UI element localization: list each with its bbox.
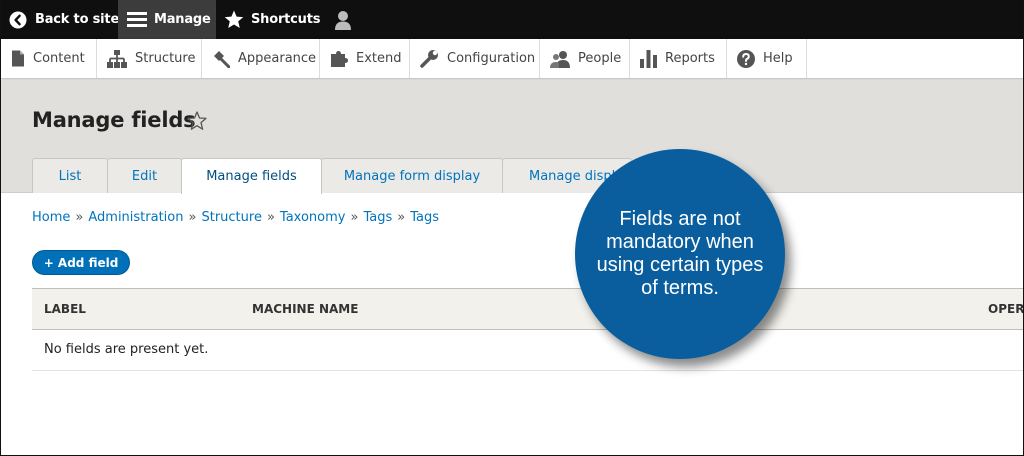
paintbrush-icon [214,50,230,68]
people-icon [550,50,570,68]
tab-manage-form-display[interactable]: Manage form display [321,158,503,193]
breadcrumb: Home » Administration » Structure » Taxonomy » T… [32,210,439,225]
table-row: No fields are present yet. [32,330,1023,371]
tray-item-structure[interactable]: Structure [97,39,202,78]
tray-item-label: Appearance [238,51,317,66]
tray-item-label: Content [33,51,85,66]
tab-list[interactable]: List [32,158,108,193]
star-icon [224,10,244,28]
breadcrumb-separator: » [266,210,275,225]
admin-toolbar: Back to site Manage Shortcuts [1,0,1023,39]
bar-chart-icon [640,49,657,68]
tray-item-help[interactable]: Help [727,39,807,78]
tray-item-label: Extend [356,51,402,66]
shortcut-star-icon[interactable] [187,111,207,131]
callout-bubble: Fields are not mandatory when using cert… [575,149,785,359]
wrench-icon [420,50,438,68]
table-header: LABEL MACHINE NAME OPER [32,288,1024,330]
breadcrumb-tags-current[interactable]: Tags [410,210,439,225]
user-menu[interactable] [334,0,352,39]
shortcuts-tab[interactable]: Shortcuts [224,0,320,39]
puzzle-icon [331,50,348,67]
tray-item-extend[interactable]: Extend [320,39,410,78]
admin-tray: Content Structure Appearance Extend Conf… [1,39,1023,79]
hamburger-icon [127,12,147,27]
breadcrumb-tags[interactable]: Tags [363,210,392,225]
tray-item-label: Reports [665,51,715,66]
column-header-label[interactable]: LABEL [44,289,86,329]
breadcrumb-administration[interactable]: Administration [88,210,183,225]
tray-item-reports[interactable]: Reports [630,39,727,78]
empty-message: No fields are present yet. [44,342,209,357]
tray-item-label: People [578,51,622,66]
tray-item-label: Configuration [447,51,536,66]
breadcrumb-taxonomy[interactable]: Taxonomy [280,210,346,225]
back-to-site-label: Back to site [35,12,120,27]
chevron-left-circle-icon [9,11,27,28]
tray-item-content[interactable]: Content [1,39,97,78]
user-icon [335,10,351,30]
manage-tab[interactable]: Manage [118,0,216,39]
help-icon [737,49,755,68]
column-header-operations: OPER [988,302,1024,316]
tray-item-label: Structure [135,51,196,66]
tray-item-label: Help [763,51,793,66]
back-to-site-link[interactable]: Back to site [9,0,119,39]
sitemap-icon [107,49,127,68]
breadcrumb-separator: » [350,210,359,225]
tray-item-configuration[interactable]: Configuration [410,39,540,78]
add-field-button[interactable]: + Add field [32,250,130,275]
breadcrumb-structure[interactable]: Structure [201,210,261,225]
breadcrumb-separator: » [75,210,84,225]
tray-item-appearance[interactable]: Appearance [202,39,320,78]
tray-item-people[interactable]: People [540,39,630,78]
manage-label: Manage [154,12,211,27]
admin-page: Back to site Manage Shortcuts Content St… [0,0,1024,456]
column-header-machine-name[interactable]: MACHINE NAME [252,289,358,329]
breadcrumb-separator: » [188,210,197,225]
breadcrumb-home[interactable]: Home [32,210,70,225]
page-title: Manage fields [32,108,196,132]
callout-text: Fields are not mandatory when using cert… [596,208,764,299]
tab-manage-fields[interactable]: Manage fields [181,158,322,194]
tab-edit[interactable]: Edit [107,158,182,193]
file-icon [12,50,24,67]
shortcuts-label: Shortcuts [251,12,321,27]
breadcrumb-separator: » [397,210,406,225]
